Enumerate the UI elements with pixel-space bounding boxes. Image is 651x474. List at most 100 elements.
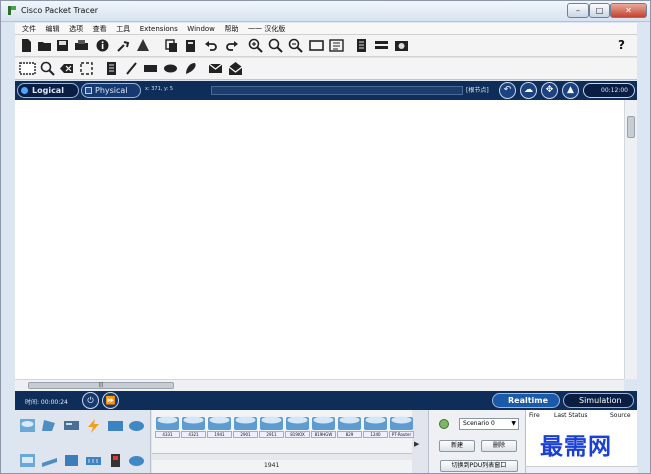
rectangle-icon[interactable] xyxy=(143,61,158,76)
scenario-panel: Scenario 0 ▼ 新建 删除 切换到PDU列表窗口 xyxy=(428,410,525,473)
save-icon[interactable] xyxy=(55,38,70,53)
switch-category-icon[interactable] xyxy=(41,418,58,433)
note-icon[interactable] xyxy=(104,61,119,76)
column-fire[interactable]: Fire xyxy=(529,412,540,419)
rectangle-tool-icon[interactable] xyxy=(309,38,324,53)
menu-view[interactable]: 查看 xyxy=(93,23,107,35)
undo-icon[interactable] xyxy=(204,38,219,53)
menu-edit[interactable]: 编辑 xyxy=(46,23,60,35)
column-source[interactable]: Source xyxy=(610,412,631,419)
close-button[interactable]: ✕ xyxy=(610,3,647,18)
select-tool-icon[interactable] xyxy=(19,61,36,76)
zoom-reset-icon[interactable] xyxy=(268,38,283,53)
device-model-829[interactable]: 829 xyxy=(337,414,362,440)
new-scenario-button[interactable]: 新建 xyxy=(439,440,475,452)
logical-workspace-canvas[interactable] xyxy=(15,100,624,379)
chevron-down-icon: ▼ xyxy=(511,420,516,427)
multiuser-icon[interactable] xyxy=(63,453,80,468)
clock-display[interactable]: 00:12:00 xyxy=(583,83,635,98)
end-device-icon[interactable] xyxy=(19,453,36,468)
device-model-4331[interactable]: 4331 xyxy=(155,414,180,440)
screenshot-icon[interactable] xyxy=(394,38,409,53)
device-model-4321[interactable]: 4321 xyxy=(181,414,206,440)
delete-icon[interactable] xyxy=(59,61,74,76)
device-model-pt-router[interactable]: PT-Router xyxy=(389,414,414,440)
open-folder-icon[interactable] xyxy=(37,38,52,53)
device-icon[interactable] xyxy=(374,38,389,53)
device-model-1941[interactable]: 1941 xyxy=(207,414,232,440)
device-model-819hgw[interactable]: 819HGW xyxy=(311,414,336,440)
device-model-2901[interactable]: 2901 xyxy=(233,414,258,440)
freeform-icon[interactable] xyxy=(183,61,198,76)
vertical-scroll-thumb[interactable] xyxy=(627,116,635,138)
background-icon[interactable]: ▲ xyxy=(562,82,579,99)
scenario-select[interactable]: Scenario 0 ▼ xyxy=(459,418,519,430)
minimize-button[interactable]: – xyxy=(567,3,589,18)
pdu-horizontal-scrollbar[interactable] xyxy=(526,466,638,473)
menu-extensions[interactable]: Extensions xyxy=(140,23,178,35)
delete-scenario-button[interactable]: 删除 xyxy=(481,440,517,452)
move-icon[interactable]: ✥ xyxy=(541,82,558,99)
power-cycle-icon[interactable]: ⏻ xyxy=(82,392,99,409)
realtime-mode-button[interactable]: Realtime xyxy=(492,393,560,408)
activity-wizard-icon[interactable] xyxy=(116,38,131,53)
simple-pdu-icon[interactable] xyxy=(208,61,223,76)
tab-physical[interactable]: Physical xyxy=(81,83,141,98)
horizontal-scroll-thumb[interactable]: ||| xyxy=(28,382,174,389)
zoom-in-icon[interactable] xyxy=(248,38,263,53)
inspect-icon[interactable] xyxy=(40,61,55,76)
wan-emulation-icon[interactable] xyxy=(128,418,145,433)
menu-localization: 一一 汉化版 xyxy=(248,25,286,33)
device-model-819iox[interactable]: 819IOX xyxy=(285,414,310,440)
cloud-icon[interactable]: ☁ xyxy=(520,82,537,99)
connections-icon[interactable] xyxy=(85,453,102,468)
wireless-category-icon[interactable] xyxy=(85,418,102,433)
scenario-info-icon[interactable] xyxy=(439,419,449,429)
info-icon[interactable] xyxy=(95,38,110,53)
new-file-icon[interactable] xyxy=(19,38,34,53)
pdu-list-window-button[interactable]: 切换到PDU列表窗口 xyxy=(440,460,518,472)
cloud-icon[interactable] xyxy=(128,453,145,468)
paste-icon[interactable] xyxy=(183,38,198,53)
vertical-scrollbar[interactable] xyxy=(624,100,637,379)
menu-help[interactable]: 帮助 xyxy=(224,23,238,35)
palette-icon[interactable] xyxy=(329,38,344,53)
maximize-button[interactable]: □ xyxy=(589,3,610,18)
network-info-icon[interactable] xyxy=(136,38,151,53)
workspace-nav-bar: Logical Physical x: 371, y: 5 [根节点] ↶ ☁ … xyxy=(15,81,637,100)
realtime-label: Realtime xyxy=(508,396,549,405)
line-icon[interactable] xyxy=(124,61,139,76)
title-bar[interactable]: Cisco Packet Tracer – □ ✕ xyxy=(1,1,650,22)
watermark-logo: 最需网 xyxy=(540,433,612,460)
print-icon[interactable] xyxy=(74,38,89,53)
menu-file[interactable]: 文件 xyxy=(22,23,36,35)
help-icon[interactable]: ? xyxy=(618,38,625,52)
device-model-2911[interactable]: 2911 xyxy=(259,414,284,440)
router-icon xyxy=(338,416,361,430)
security-category-icon[interactable] xyxy=(107,418,124,433)
simulation-mode-button[interactable]: Simulation xyxy=(563,393,634,408)
device-model-1240[interactable]: 1240 xyxy=(363,414,388,440)
redo-icon[interactable] xyxy=(224,38,239,53)
back-icon[interactable]: ↶ xyxy=(499,82,516,99)
custom-device-icon[interactable] xyxy=(41,453,58,468)
hub-category-icon[interactable] xyxy=(63,418,80,433)
copy-icon[interactable] xyxy=(164,38,179,53)
custom-device-icon[interactable] xyxy=(354,38,369,53)
menu-window[interactable]: Window xyxy=(187,23,215,35)
tab-logical[interactable]: Logical xyxy=(17,83,79,98)
router-category-icon[interactable] xyxy=(19,418,36,433)
menu-tools[interactable]: 工具 xyxy=(116,23,130,35)
menu-options[interactable]: 选项 xyxy=(69,23,83,35)
fast-forward-icon[interactable]: ⏩ xyxy=(102,392,119,409)
column-last-status[interactable]: Last Status xyxy=(554,412,588,419)
resize-icon[interactable] xyxy=(79,61,94,76)
components-icon[interactable] xyxy=(107,453,124,468)
expand-arrow-icon[interactable]: ▶ xyxy=(414,440,419,448)
complex-pdu-icon[interactable] xyxy=(228,61,243,76)
device-horizontal-scrollbar[interactable] xyxy=(152,453,412,460)
zoom-out-icon[interactable] xyxy=(288,38,303,53)
ellipse-icon[interactable] xyxy=(163,61,178,76)
root-node-label[interactable]: [根节点] xyxy=(466,85,489,94)
horizontal-scrollbar[interactable]: ||| xyxy=(15,379,624,391)
